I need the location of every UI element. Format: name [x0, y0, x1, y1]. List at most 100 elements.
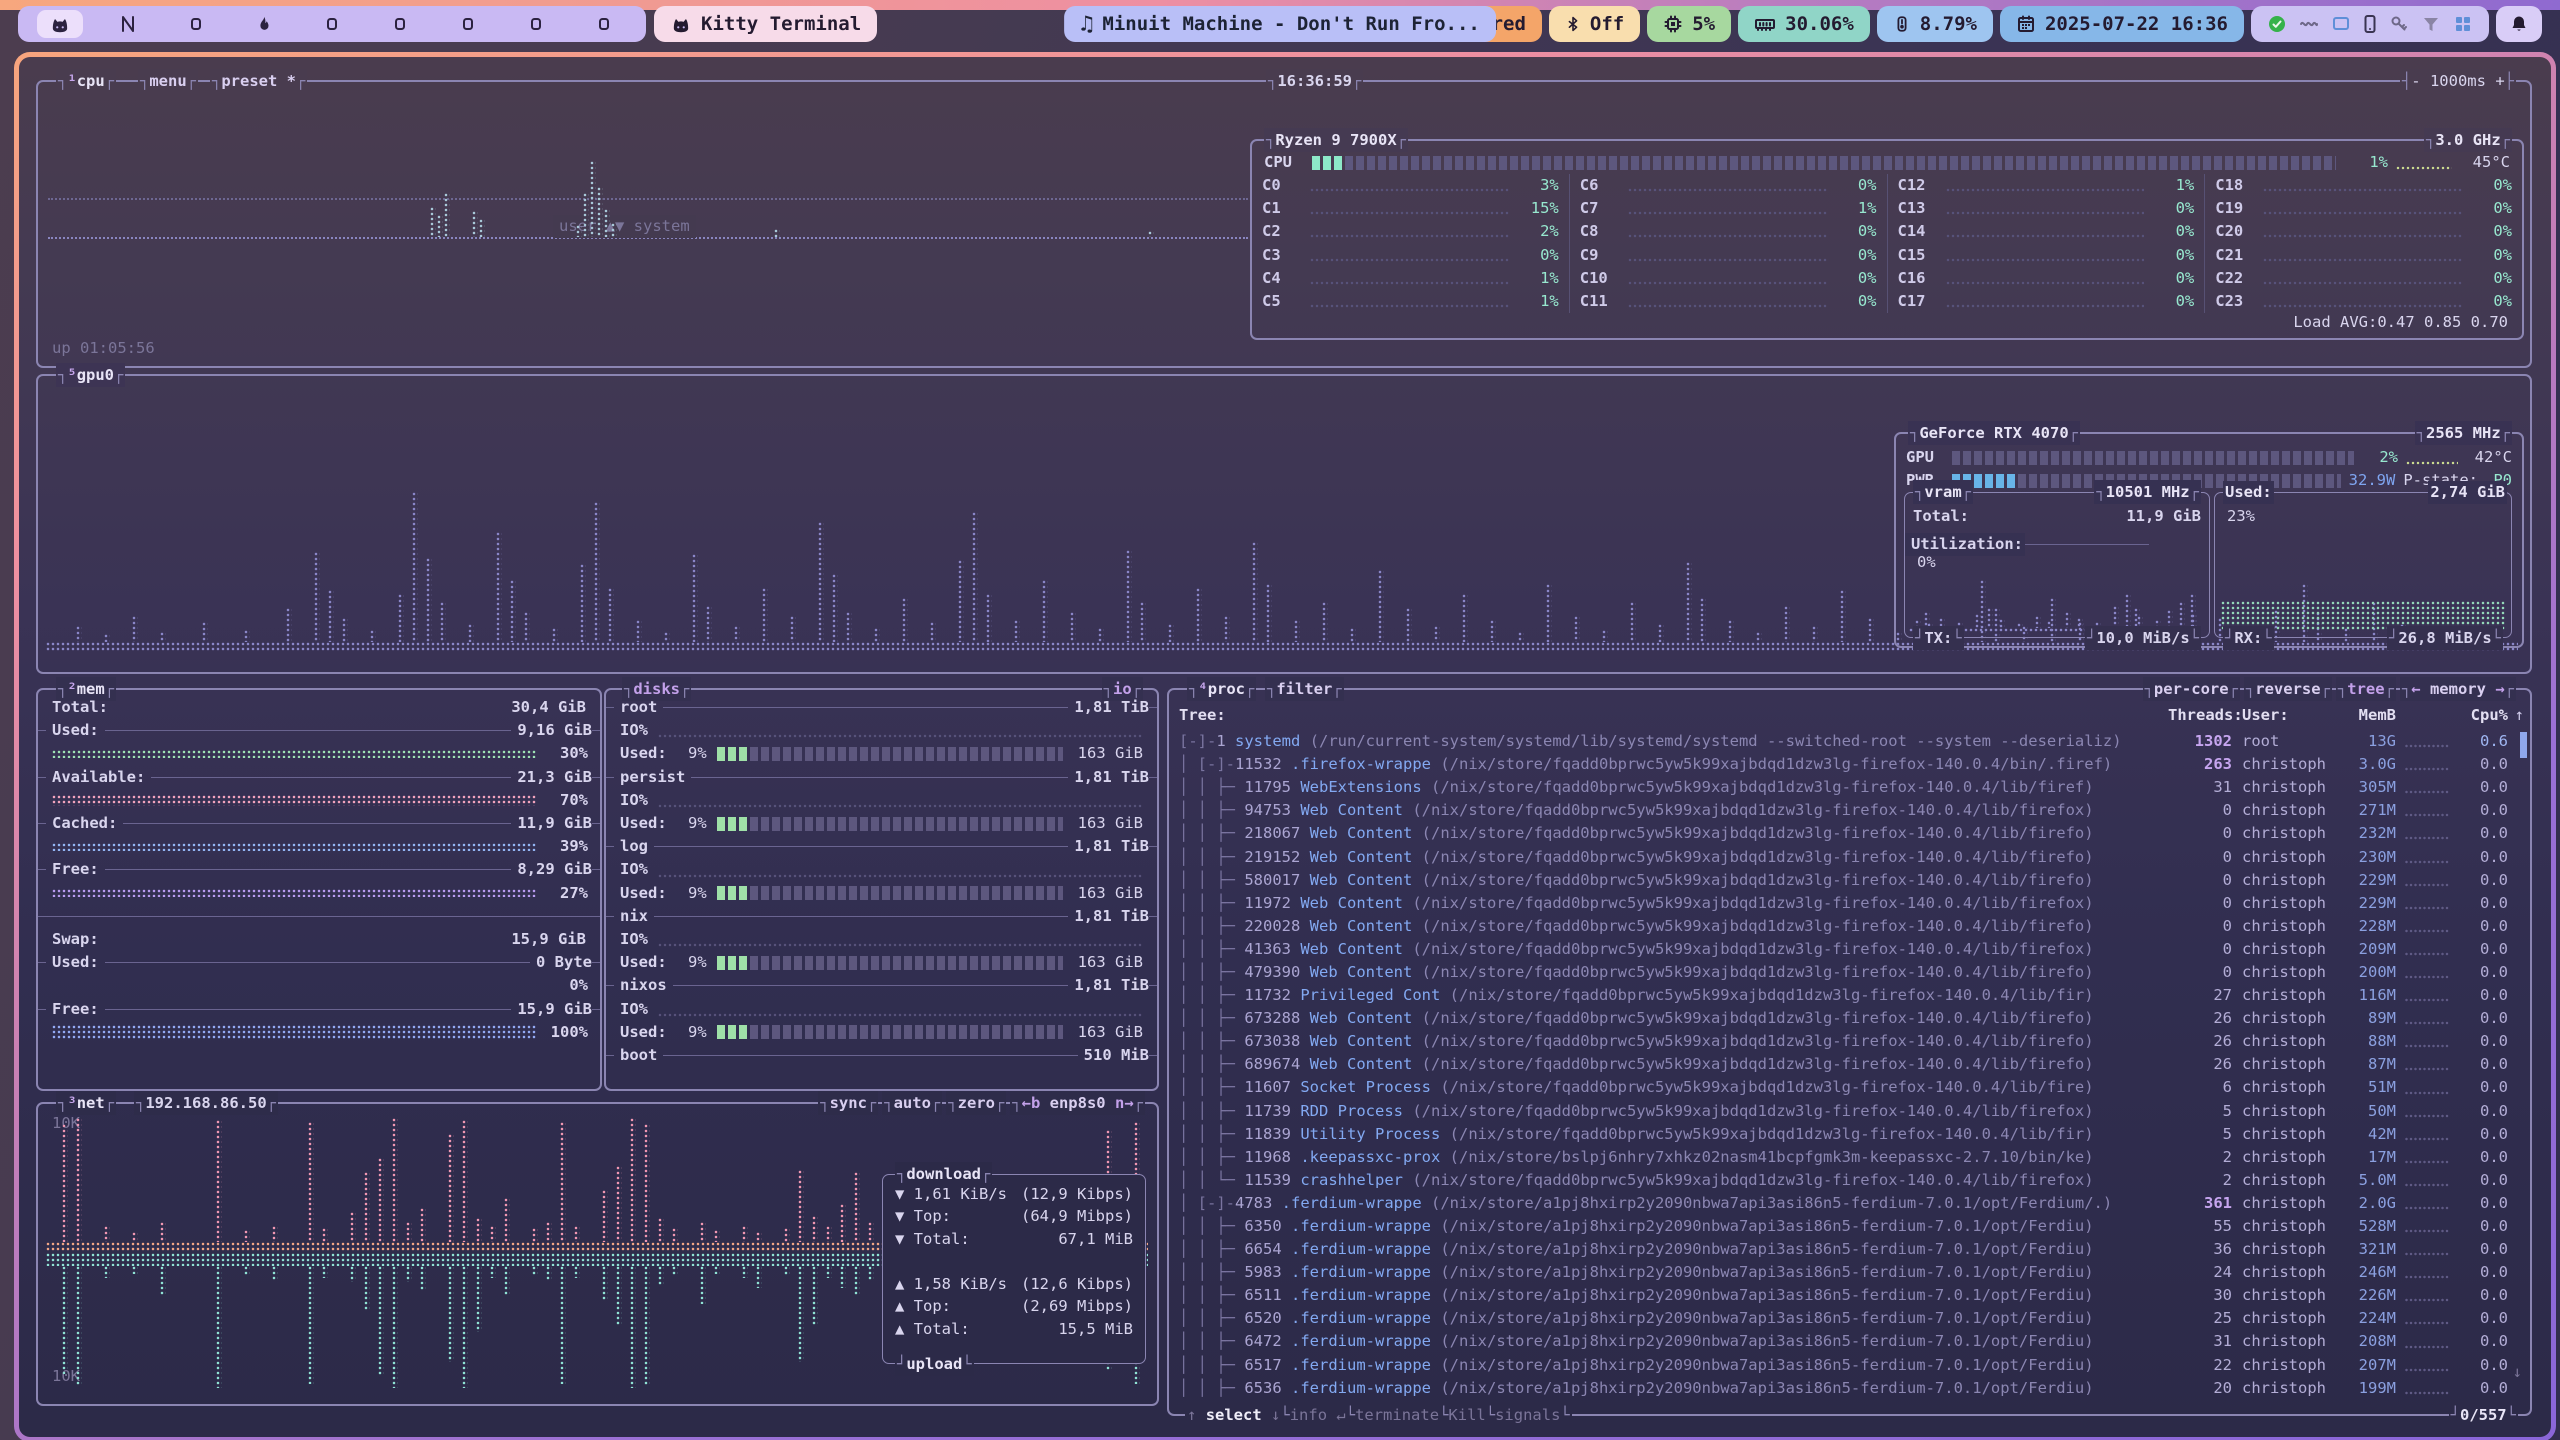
process-row[interactable]: │ │ ├─ 11607 Socket Process (/nix/store/… — [1179, 1076, 2508, 1099]
process-row[interactable]: │ │ ├─ 11732 Privileged Cont (/nix/store… — [1179, 984, 2508, 1007]
process-row[interactable]: │ │ ├─ 219152 Web Content (/nix/store/fq… — [1179, 845, 2508, 868]
col-cpu[interactable]: Cpu% — [2458, 704, 2508, 727]
process-row[interactable]: [-]-1 systemd (/run/current-system/syste… — [1179, 730, 2508, 753]
phone-icon[interactable] — [2363, 14, 2377, 34]
workspace-7[interactable] — [434, 6, 502, 42]
process-user: christoph — [2232, 1377, 2338, 1400]
select-button[interactable]: select — [1206, 1404, 1262, 1427]
process-row[interactable]: │ [-]-11532 .firefox-wrappe (/nix/store/… — [1179, 753, 2508, 776]
process-row[interactable]: │ │ ├─ 94753 Web Content (/nix/store/fqa… — [1179, 799, 2508, 822]
process-mem-sparkline — [2396, 753, 2458, 776]
scrollbar-thumb[interactable] — [2520, 732, 2527, 758]
process-row[interactable]: │ │ ├─ 6517 .ferdium-wrappe (/nix/store/… — [1179, 1354, 2508, 1377]
tab-auto[interactable]: ┐auto┌ — [882, 1091, 942, 1115]
funnel-icon[interactable] — [2421, 14, 2441, 34]
process-row[interactable]: │ │ ├─ 11739 RDD Process (/nix/store/fqa… — [1179, 1100, 2508, 1123]
process-cpu: 0.0 — [2458, 892, 2508, 915]
tab-per-core[interactable]: ┐per-core┌ — [2143, 677, 2240, 701]
workspace-8[interactable] — [502, 6, 570, 42]
kill-button[interactable]: Kill — [1448, 1404, 1485, 1427]
screen-icon[interactable] — [2331, 14, 2351, 34]
process-row[interactable]: │ │ ├─ 673288 Web Content (/nix/store/fq… — [1179, 1007, 2508, 1030]
process-row[interactable]: │ │ ├─ 218067 Web Content (/nix/store/fq… — [1179, 822, 2508, 845]
graph-spike — [1350, 628, 1356, 642]
process-mem: 5.0M — [2338, 1169, 2396, 1192]
process-row[interactable]: │ │ ├─ 6472 .ferdium-wrappe (/nix/store/… — [1179, 1330, 2508, 1353]
process-user: christoph — [2232, 1146, 2338, 1169]
workspace-2[interactable] — [94, 6, 162, 42]
memory-module[interactable]: 30.06% — [1738, 6, 1870, 42]
workspace-1[interactable] — [26, 6, 94, 42]
disk-used-label: Used: — [620, 812, 667, 835]
graph-spike — [76, 626, 82, 642]
net-tx-spike — [742, 1266, 748, 1278]
workspace-5[interactable] — [298, 6, 366, 42]
active-window-pill[interactable]: Kitty Terminal — [654, 6, 877, 42]
process-row[interactable]: │ │ ├─ 479390 Web Content (/nix/store/fq… — [1179, 961, 2508, 984]
signals-button[interactable]: signals — [1495, 1404, 1560, 1427]
process-row[interactable]: │ │ ├─ 673038 Web Content (/nix/store/fq… — [1179, 1030, 2508, 1053]
disk-module[interactable]: 8.79% — [1877, 6, 1993, 42]
col-mem[interactable]: MemB — [2338, 704, 2396, 727]
process-row[interactable]: │ │ └─ 11539 crashhelper (/nix/store/fqa… — [1179, 1169, 2508, 1192]
tab-interface[interactable]: ┐←b enp8s0 n→┌ — [1010, 1091, 1145, 1115]
tab-sync[interactable]: ┐sync┌ — [818, 1091, 878, 1115]
col-user[interactable]: User: — [2232, 704, 2338, 727]
clock-module[interactable]: 2025-07-22 16:36 — [2000, 6, 2244, 42]
process-row[interactable]: │ │ ├─ 6520 .ferdium-wrappe (/nix/store/… — [1179, 1307, 2508, 1330]
process-row[interactable]: │ │ ├─ 6511 .ferdium-wrappe (/nix/store/… — [1179, 1284, 2508, 1307]
process-row[interactable]: │ │ ├─ 41363 Web Content (/nix/store/fqa… — [1179, 938, 2508, 961]
net-tx-spike — [132, 1266, 138, 1274]
process-cpu: 0.0 — [2458, 1354, 2508, 1377]
tab-reverse[interactable]: ┐reverse┌ — [2244, 677, 2332, 701]
key-icon[interactable] — [2389, 14, 2409, 34]
select-down-icon[interactable]: ↓ — [1271, 1404, 1280, 1427]
workspace-6[interactable] — [366, 6, 434, 42]
vram-utilization: 0% — [1917, 551, 1936, 574]
notifications-module[interactable] — [2496, 6, 2542, 42]
process-row[interactable]: │ │ ├─ 6350 .ferdium-wrappe (/nix/store/… — [1179, 1215, 2508, 1238]
process-threads: 0 — [2168, 799, 2232, 822]
process-row[interactable]: │ │ ├─ 689674 Web Content (/nix/store/fq… — [1179, 1053, 2508, 1076]
scroll-down-icon[interactable]: ↓ — [2513, 1361, 2522, 1384]
vram-frequency: 10501 MHz — [2106, 481, 2190, 504]
check-icon[interactable] — [2267, 14, 2287, 34]
select-up-icon[interactable]: ↑ — [1187, 1404, 1196, 1427]
cpu-module[interactable]: 5% — [1647, 6, 1731, 42]
col-tree[interactable]: Tree: — [1179, 704, 2168, 727]
workspace-9[interactable] — [570, 6, 638, 42]
graph-spike — [426, 558, 432, 642]
process-user: christoph — [2232, 869, 2338, 892]
process-row[interactable]: │ │ ├─ 5983 .ferdium-wrappe (/nix/store/… — [1179, 1261, 2508, 1284]
interval-increase[interactable]: + — [2495, 70, 2504, 93]
process-row[interactable]: │ │ ├─ 6654 .ferdium-wrappe (/nix/store/… — [1179, 1238, 2508, 1261]
tab-memory-sort[interactable]: ┐← memory →┌ — [2400, 677, 2516, 701]
tab-tree[interactable]: ┐tree┌ — [2336, 677, 2396, 701]
process-row[interactable]: │ │ ├─ 11839 Utility Process (/nix/store… — [1179, 1123, 2508, 1146]
interval-decrease[interactable]: - — [2411, 70, 2420, 93]
sort-direction-icon[interactable]: ↑ — [2515, 704, 2524, 727]
cat-icon — [37, 10, 83, 38]
tab-zero[interactable]: ┐zero┌ — [946, 1091, 1006, 1115]
process-row[interactable]: │ │ ├─ 580017 Web Content (/nix/store/fq… — [1179, 869, 2508, 892]
grid-icon[interactable] — [2453, 14, 2473, 34]
process-row[interactable]: │ │ ├─ 220028 Web Content (/nix/store/fq… — [1179, 915, 2508, 938]
wave-icon[interactable] — [2299, 14, 2319, 34]
terminate-button[interactable]: terminate — [1355, 1404, 1439, 1427]
process-row[interactable]: │ [-]-4783 .ferdium-wrappe (/nix/store/a… — [1179, 1192, 2508, 1215]
bluetooth-module[interactable]: Off — [1549, 6, 1640, 42]
cat-icon — [670, 13, 692, 35]
process-row[interactable]: │ │ ├─ 11795 WebExtensions (/nix/store/f… — [1179, 776, 2508, 799]
process-row[interactable]: │ │ ├─ 6536 .ferdium-wrappe (/nix/store/… — [1179, 1377, 2508, 1400]
net-tx-spike — [272, 1266, 278, 1280]
tab-filter[interactable]: filter — [1276, 678, 1332, 701]
process-threads: 31 — [2168, 1330, 2232, 1353]
workspace-4[interactable] — [230, 6, 298, 42]
col-threads[interactable]: Threads: — [2168, 704, 2232, 727]
process-row[interactable]: │ │ ├─ 11968 .keepassxc-prox (/nix/store… — [1179, 1146, 2508, 1169]
media-player-pill[interactable]: ♫ Minuit Machine - Don't Run Fro... — [1064, 6, 1496, 42]
process-cpu: 0.0 — [2458, 1100, 2508, 1123]
workspace-3[interactable] — [162, 6, 230, 42]
info-button[interactable]: info ↵ — [1290, 1404, 1346, 1427]
process-row[interactable]: │ │ ├─ 11972 Web Content (/nix/store/fqa… — [1179, 892, 2508, 915]
